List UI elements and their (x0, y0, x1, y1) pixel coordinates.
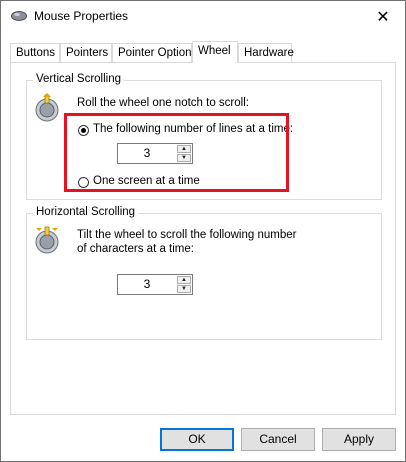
mouse-icon (11, 11, 27, 21)
characters-spin-buttons: ▲ ▼ (177, 276, 191, 293)
apply-button[interactable]: Apply (322, 428, 396, 451)
vertical-instruction: Roll the wheel one notch to scroll: (77, 97, 249, 109)
horizontal-instruction-line2: of characters at a time: (77, 243, 194, 255)
window-title: Mouse Properties (34, 9, 129, 23)
tab-wheel[interactable]: Wheel (192, 41, 238, 63)
ok-button[interactable]: OK (160, 428, 234, 451)
cancel-button[interactable]: Cancel (241, 428, 315, 451)
vertical-scrolling-heading: Vertical Scrolling (33, 73, 125, 85)
tab-buttons[interactable]: Buttons (10, 43, 60, 62)
close-icon: ✕ (376, 8, 390, 26)
mouse-tilt-wheel-icon (35, 226, 59, 254)
characters-spinner[interactable]: 3 ▲ ▼ (117, 274, 193, 295)
characters-value[interactable]: 3 (118, 275, 176, 294)
mouse-wheel-icon (35, 93, 59, 122)
close-button[interactable]: ✕ (361, 1, 405, 32)
title-bar: Mouse Properties ✕ (1, 1, 405, 32)
mouse-properties-dialog: Mouse Properties ✕ Buttons Pointers Poin… (0, 0, 406, 462)
characters-down-button[interactable]: ▼ (177, 285, 191, 293)
red-highlight-box (64, 113, 289, 192)
characters-up-button[interactable]: ▲ (177, 276, 191, 284)
tab-pointers[interactable]: Pointers (60, 43, 112, 62)
tab-pointer-options[interactable]: Pointer Options (112, 43, 197, 62)
horizontal-instruction-line1: Tilt the wheel to scroll the following n… (77, 229, 297, 241)
tab-hardware[interactable]: Hardware (238, 43, 294, 62)
horizontal-scrolling-heading: Horizontal Scrolling (33, 206, 139, 218)
